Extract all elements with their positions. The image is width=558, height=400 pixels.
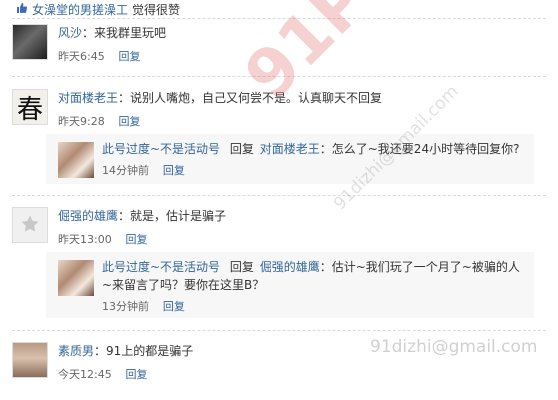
comment-text: ：说别人嘴炮，自己又何尝不是。认真聊天不回复 [118, 91, 383, 105]
like-text: 觉得很赞 [132, 2, 181, 17]
avatar-glyph: 春 [16, 94, 43, 125]
reply-thread: 此号过度~不是活动号 回复 对面楼老王：怎么了~我还要24小时等待回复你? 14… [46, 134, 534, 184]
reply-word: 回复 [229, 142, 254, 156]
comment-time: 昨天13:00 [58, 233, 112, 246]
thumbs-up-icon [16, 2, 28, 17]
comment-text: ：来我群里玩吧 [82, 26, 167, 40]
comment-author[interactable]: 风沙 [58, 26, 82, 40]
comment-time: 今天12:45 [58, 368, 112, 381]
star-icon [20, 214, 40, 237]
reply-target[interactable]: 倔强的雄鹰 [260, 260, 320, 274]
reply-time: 13分钟前 [102, 300, 149, 313]
avatar[interactable] [12, 342, 48, 378]
comment-text: ：就是，估计是骗子 [118, 209, 227, 223]
avatar[interactable] [12, 207, 48, 243]
like-user-link[interactable]: 女澡堂的男搓澡工 [32, 1, 128, 18]
comment-text: ：91上的都是骗子 [94, 344, 194, 358]
avatar[interactable] [58, 142, 94, 178]
divider [12, 76, 546, 77]
reply-target[interactable]: 对面楼老王 [260, 142, 320, 156]
comment-time: 昨天9:28 [58, 115, 105, 128]
reply-button[interactable]: 回复 [119, 115, 141, 128]
reply-word: 回复 [229, 260, 254, 274]
reply-author[interactable]: 此号过度~不是活动号 [102, 260, 220, 274]
avatar[interactable] [58, 260, 94, 296]
divider [12, 330, 546, 331]
reply-button[interactable]: 回复 [119, 50, 141, 63]
comment-author[interactable]: 倔强的雄鹰 [58, 209, 118, 223]
comment-author[interactable]: 对面楼老王 [58, 91, 118, 105]
avatar[interactable]: 春 [12, 89, 48, 125]
comment-author[interactable]: 素质男 [58, 344, 94, 358]
reply-button[interactable]: 回复 [126, 233, 148, 246]
like-bar: 女澡堂的男搓澡工 觉得很赞 [0, 0, 558, 18]
reply-text: ：怎么了~我还要24小时等待回复你? [319, 142, 520, 156]
reply-button[interactable]: 回复 [163, 300, 185, 313]
divider [12, 195, 546, 196]
divider [12, 18, 546, 19]
reply-thread: 此号过度~不是活动号 回复 倔强的雄鹰：估计~我们玩了一个月了~被骗的人~来留言… [46, 252, 534, 318]
avatar[interactable] [12, 24, 48, 60]
reply-button[interactable]: 回复 [163, 164, 185, 177]
reply-button[interactable]: 回复 [126, 368, 148, 381]
reply-time: 14分钟前 [102, 164, 149, 177]
reply-author[interactable]: 此号过度~不是活动号 [102, 142, 220, 156]
comment-time: 昨天6:45 [58, 50, 105, 63]
